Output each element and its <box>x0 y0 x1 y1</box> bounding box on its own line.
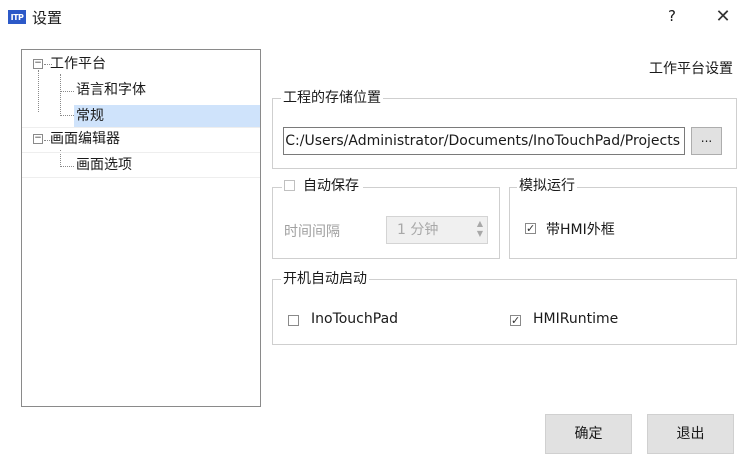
tree-row-divider <box>22 127 260 128</box>
tree-connector <box>60 74 61 116</box>
close-icon[interactable]: ✕ <box>713 6 733 27</box>
collapse-icon[interactable]: − <box>33 134 43 144</box>
panel-title: 工作平台设置 <box>649 61 733 77</box>
tree-row-divider <box>22 177 260 178</box>
tree-item-label: 画面编辑器 <box>50 131 120 147</box>
hmiruntime-label: HMIRuntime <box>533 311 619 327</box>
browse-button[interactable]: ... <box>691 127 722 155</box>
interval-label: 时间间隔 <box>284 224 340 240</box>
tree-item-screen-editor[interactable]: 画面编辑器 <box>50 129 120 149</box>
interval-value: 1 分钟 <box>397 222 439 238</box>
startup-label: 开机自动启动 <box>281 270 369 288</box>
tree-item-general[interactable]: 常规 <box>76 106 104 126</box>
ok-button[interactable]: 确定 <box>545 414 632 454</box>
tree-connector <box>38 70 39 112</box>
help-button[interactable]: ? <box>662 7 682 27</box>
simulate-group <box>509 187 737 259</box>
app-icon: ITP <box>8 10 26 24</box>
tree-item-language-font[interactable]: 语言和字体 <box>76 80 146 100</box>
hmi-frame-label: 带HMI外框 <box>546 222 615 238</box>
tree-item-label: 工作平台 <box>50 56 106 72</box>
tree-item-workbench[interactable]: 工作平台 <box>50 54 106 74</box>
spin-up-icon[interactable]: ▲ <box>477 219 483 229</box>
window-title: 设置 <box>32 9 63 27</box>
autosave-checkbox[interactable] <box>284 180 295 191</box>
tree-item-label: 常规 <box>76 108 104 124</box>
collapse-icon[interactable]: − <box>33 59 43 69</box>
navigation-tree[interactable]: − 工作平台 语言和字体 常规 − 画面编辑器 画面选项 <box>21 49 261 407</box>
interval-spinbox[interactable]: 1 分钟 ▲ ▼ <box>386 216 488 244</box>
spin-arrows[interactable]: ▲ ▼ <box>477 219 483 239</box>
tree-item-screen-options[interactable]: 画面选项 <box>76 155 132 175</box>
spin-down-icon[interactable]: ▼ <box>477 229 483 239</box>
inotouchpad-checkbox[interactable] <box>288 315 299 326</box>
tree-row-divider <box>22 152 260 153</box>
tree-connector <box>60 91 74 92</box>
autosave-label: 自动保存 <box>303 178 359 194</box>
tree-item-label: 画面选项 <box>76 157 132 173</box>
storage-location-label: 工程的存储位置 <box>281 89 383 107</box>
hmiruntime-checkbox[interactable]: ✓ <box>510 315 521 326</box>
project-path-input[interactable]: C:/Users/Administrator/Documents/InoTouc… <box>283 127 685 155</box>
tree-connector <box>60 166 74 167</box>
tree-connector <box>60 115 74 116</box>
autosave-legend: 自动保存 <box>282 177 363 195</box>
simulate-label: 模拟运行 <box>517 177 577 195</box>
tree-item-label: 语言和字体 <box>76 82 146 98</box>
project-path-value: C:/Users/Administrator/Documents/InoTouc… <box>285 133 680 149</box>
inotouchpad-label: InoTouchPad <box>311 311 399 327</box>
exit-button[interactable]: 退出 <box>647 414 734 454</box>
hmi-frame-checkbox[interactable]: ✓ <box>525 223 536 234</box>
